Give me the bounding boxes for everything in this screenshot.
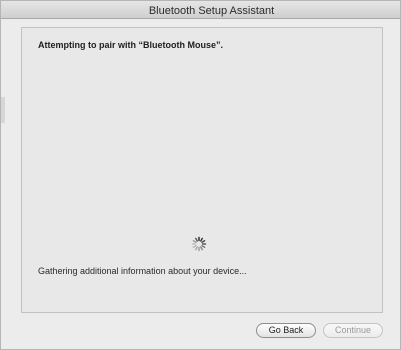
setup-assistant-window: Bluetooth Setup Assistant Attempting to … (0, 0, 401, 350)
status-message: Gathering additional information about y… (38, 266, 247, 276)
window-edge-tab (1, 97, 5, 123)
title-bar[interactable]: Bluetooth Setup Assistant (1, 1, 400, 19)
content-panel: Attempting to pair with “Bluetooth Mouse… (21, 27, 383, 313)
progress-spinner-icon (191, 236, 207, 252)
window-title: Bluetooth Setup Assistant (148, 5, 275, 17)
continue-button[interactable]: Continue (323, 323, 383, 338)
pairing-heading: Attempting to pair with “Bluetooth Mouse… (38, 40, 223, 50)
go-back-button[interactable]: Go Back (256, 323, 316, 338)
